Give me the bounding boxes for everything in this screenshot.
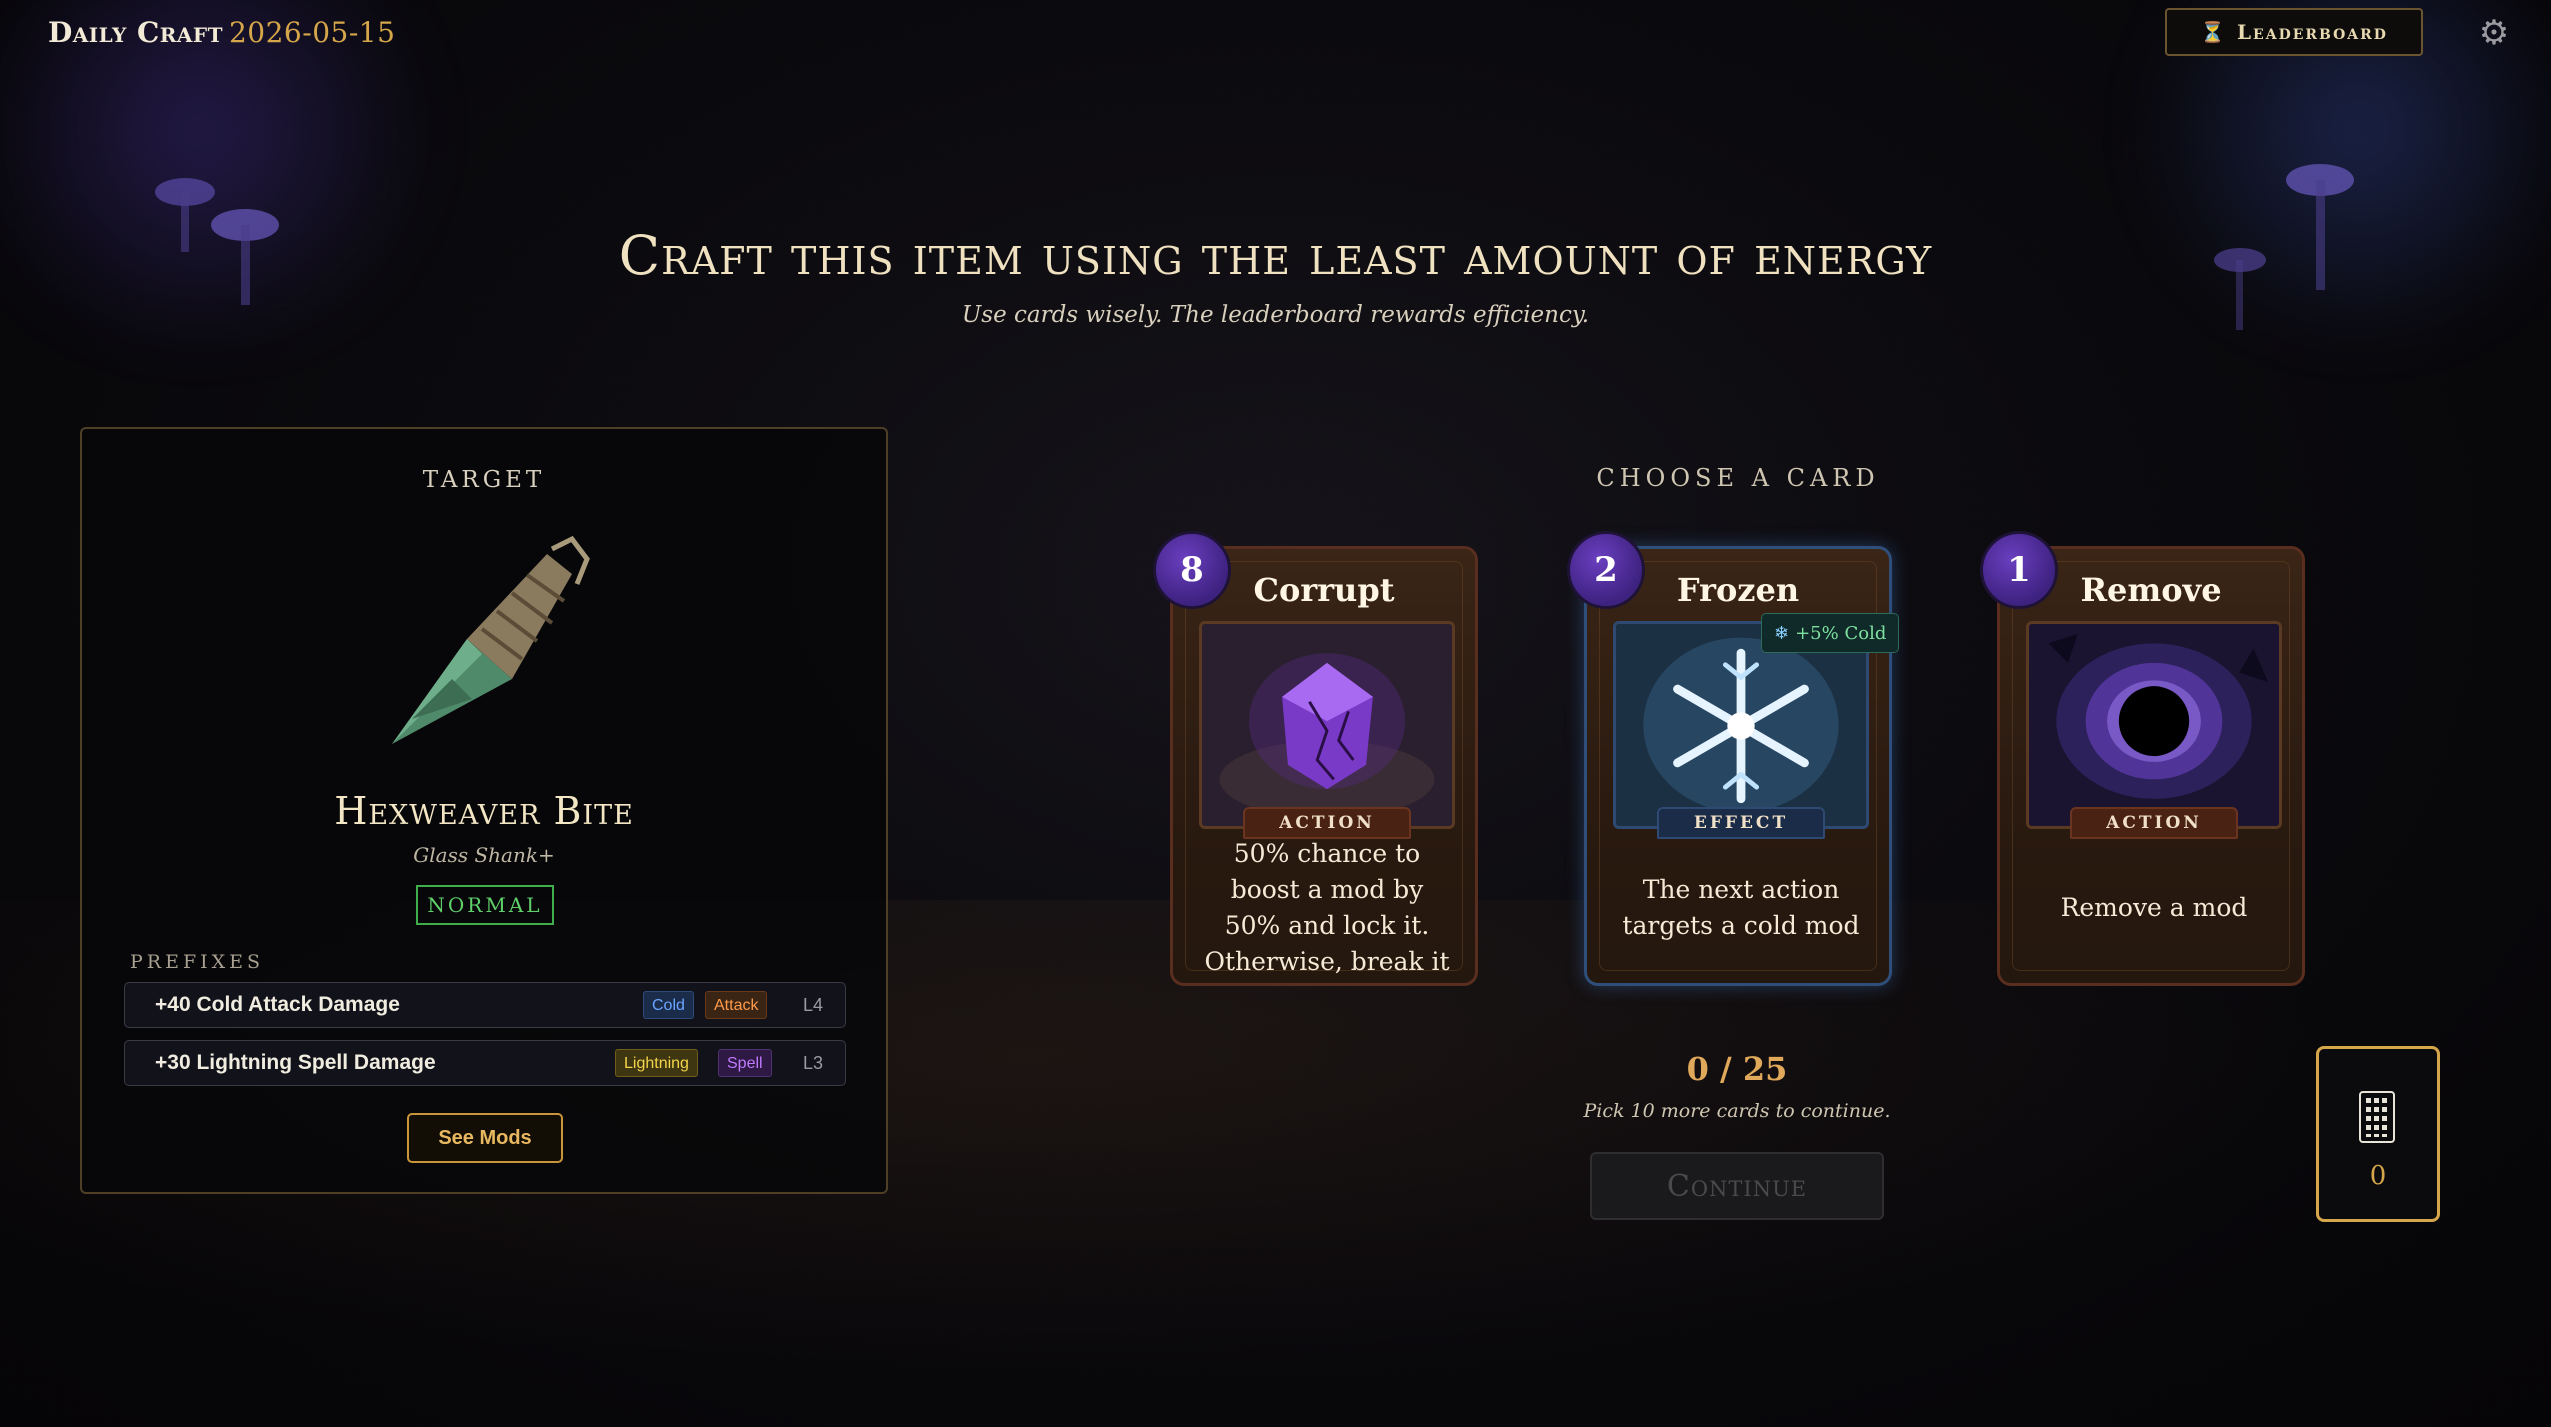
mod-row: +30 Lightning Spell Damage Lightning Spe… [124, 1040, 846, 1086]
rarity-badge: NORMAL [416, 885, 554, 925]
page-subtitle: Use cards wisely. The leaderboard reward… [961, 302, 1590, 328]
energy-cost-badge: 1 [1980, 531, 2058, 609]
mod-tag-attack: Attack [705, 991, 768, 1019]
progress-hint: Pick 10 more cards to continue. [1583, 1100, 1891, 1122]
card-description: The next action targets a cold mod [1622, 875, 1860, 940]
item-base-type: Glass Shank+ [413, 843, 555, 867]
void-portal-icon [2026, 621, 2282, 829]
card-type-label: ACTION [1243, 807, 1411, 839]
mod-level: L4 [802, 994, 823, 1015]
item-name: Hexweaver Bite [334, 789, 634, 833]
card-description: 50% chance to boost a mod by 50% and loc… [1204, 839, 1450, 976]
leaderboard-button[interactable]: ⏳ Leaderboard [2165, 8, 2423, 56]
deck-count: 0 [2369, 1161, 2387, 1191]
mod-row: +40 Cold Attack Damage Cold Attack L4 [124, 982, 846, 1028]
deck-icon [2359, 1091, 2395, 1143]
chip-text: +5% Cold [1795, 622, 1887, 644]
prefixes-label: PREFIXES [130, 951, 265, 973]
card-type-label: ACTION [2070, 807, 2238, 839]
mod-text: +40 Cold Attack Damage [155, 993, 400, 1016]
mod-tag-spell: Spell [718, 1049, 772, 1077]
card-corrupt[interactable]: 8 Corrupt ACTION 50% chance to boost a m… [1153, 531, 1478, 986]
cards-picked-count: 0 / 25 [1686, 1050, 1788, 1088]
card-frozen[interactable]: 2 Frozen ❄ +5% Cold EFFECT The next acti… [1567, 531, 1900, 986]
energy-cost-badge: 8 [1153, 531, 1231, 609]
purple-crystal-icon [1199, 621, 1455, 829]
card-description: Remove a mod [2060, 893, 2248, 922]
card-type-label: EFFECT [1657, 807, 1825, 839]
mod-text: +30 Lightning Spell Damage [155, 1051, 436, 1074]
mod-tag-cold: Cold [643, 991, 694, 1019]
app-title-text: Daily Craft [48, 16, 223, 49]
target-panel: TARGET Hexweaver Bite Glass Shank+ NORMA… [80, 427, 888, 1194]
mod-level: L3 [802, 1052, 823, 1073]
trophy-icon: ⏳ [2200, 20, 2227, 44]
see-mods-button[interactable]: See Mods [407, 1113, 563, 1163]
card-remove[interactable]: 1 Remove ACTION Remove a mod [1980, 531, 2305, 986]
continue-button[interactable]: Continue [1590, 1152, 1884, 1220]
snowflake-small-icon: ❄ [1774, 622, 1790, 644]
mod-tag-lightning: Lightning [615, 1049, 698, 1077]
dagger-item-icon [392, 535, 590, 744]
cold-bonus-chip: ❄ +5% Cold [1761, 613, 1900, 653]
target-label: TARGET [422, 467, 546, 493]
leaderboard-label: Leaderboard [2236, 20, 2388, 44]
gear-icon[interactable]: ⚙ [2475, 14, 2513, 52]
app-title: Daily Craft 2026-05-15 [48, 16, 395, 49]
choose-card-label: CHOOSE A CARD [1596, 464, 1880, 492]
energy-cost-badge: 2 [1567, 531, 1645, 609]
deck-pile[interactable]: 0 [2316, 1046, 2440, 1222]
page-title: Craft this item using the least amount o… [618, 224, 1933, 287]
daily-date: 2026-05-15 [228, 16, 396, 49]
